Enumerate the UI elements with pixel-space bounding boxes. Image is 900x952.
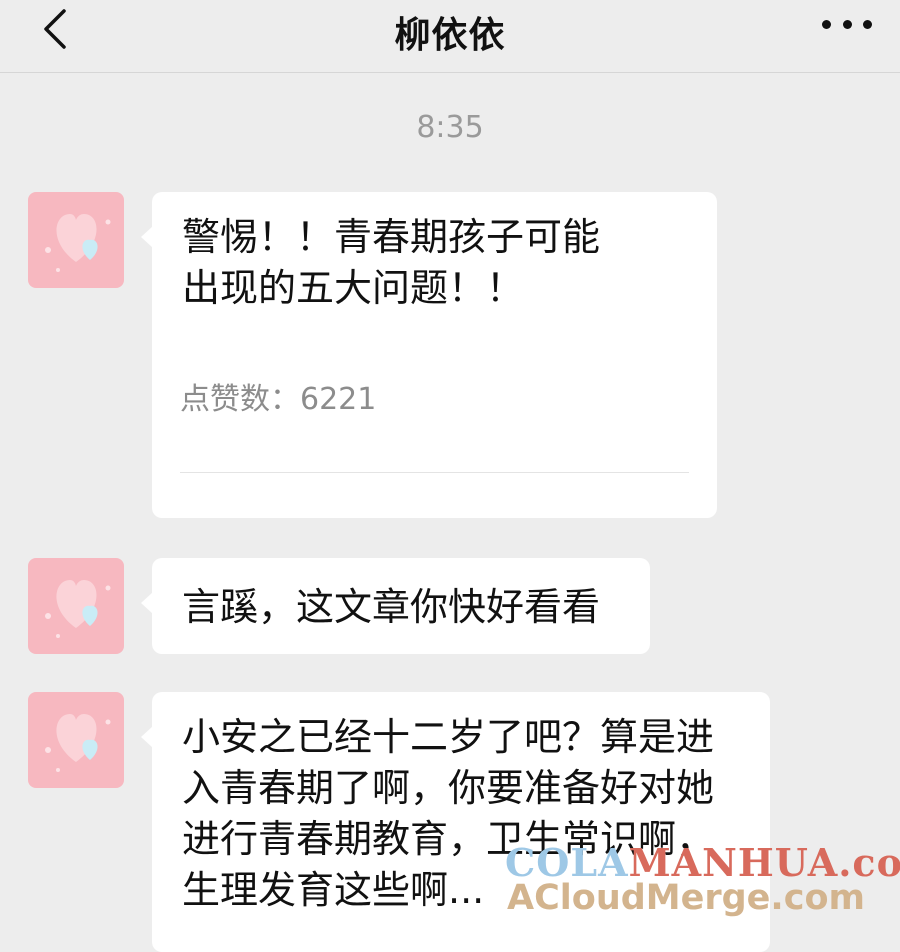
article-title: 警惕！！青春期孩子可能出现的五大问题！！ <box>182 215 601 310</box>
likes-count: 6221 <box>300 382 377 417</box>
watermark-acloudmerge: ACloudMerge.com <box>507 878 865 918</box>
card-divider <box>180 472 689 473</box>
message-timestamp: 8:35 <box>416 110 484 145</box>
message-text: 言蹊，这文章你快好看看 <box>182 585 601 629</box>
avatar[interactable] <box>28 558 124 654</box>
avatar[interactable] <box>28 692 124 788</box>
avatar[interactable] <box>28 192 124 288</box>
article-likes: 点赞数：6221 <box>180 374 376 418</box>
article-card[interactable]: 警惕！！青春期孩子可能出现的五大问题！！ 点赞数：6221 <box>141 192 717 518</box>
likes-label: 点赞数： <box>180 382 300 417</box>
message-bubble[interactable]: 言蹊，这文章你快好看看 <box>141 558 650 654</box>
more-options-button[interactable] <box>822 12 872 36</box>
chat-title: 柳依依 <box>394 15 506 56</box>
more-horizontal-icon <box>822 19 831 29</box>
chat-header: 柳依依 <box>0 0 900 73</box>
